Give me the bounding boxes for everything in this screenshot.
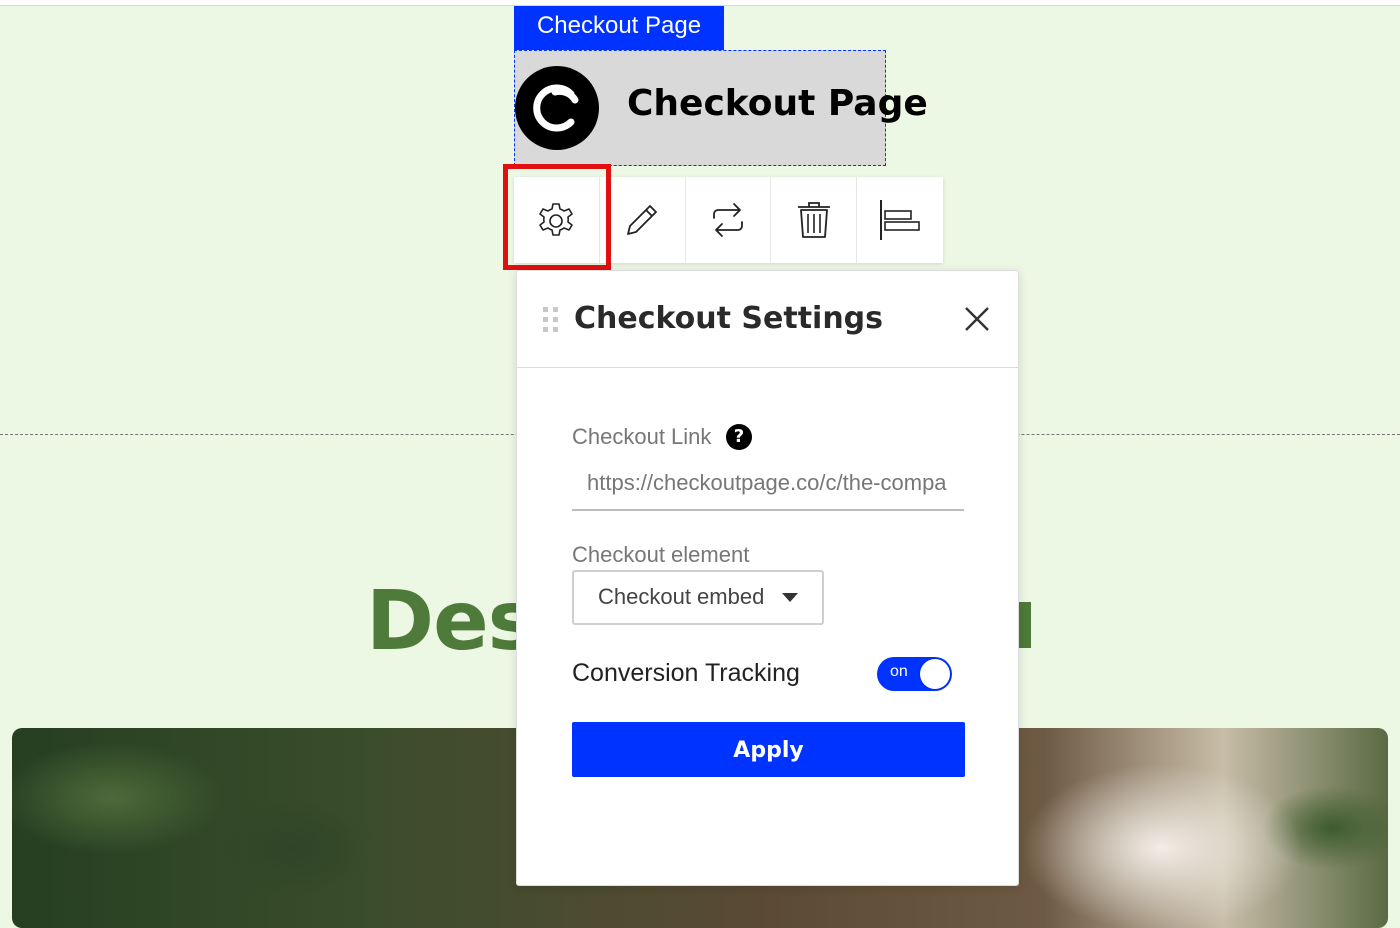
- checkout-logo-icon: [515, 66, 599, 150]
- edit-button[interactable]: [599, 177, 686, 263]
- apply-button[interactable]: Apply: [572, 722, 965, 777]
- align-button[interactable]: [857, 177, 943, 263]
- toggle-knob: [920, 659, 950, 689]
- trash-icon: [797, 202, 830, 238]
- swap-button[interactable]: [685, 177, 772, 263]
- toggle-state-text: on: [890, 663, 908, 680]
- pencil-icon: [627, 205, 658, 235]
- checkout-settings-panel: Checkout Settings Checkout Link ? Checko…: [516, 270, 1019, 886]
- close-icon[interactable]: [963, 305, 991, 333]
- panel-header: Checkout Settings: [517, 271, 1018, 368]
- logo-text: Checkout Page: [627, 83, 928, 124]
- delete-button[interactable]: [771, 177, 858, 263]
- help-icon[interactable]: ?: [726, 424, 752, 450]
- checkout-element-select[interactable]: Checkout embed: [572, 570, 824, 625]
- element-tag-label[interactable]: Checkout Page: [514, 6, 724, 50]
- chevron-down-icon: [782, 593, 798, 602]
- settings-highlight: [503, 164, 611, 270]
- panel-title: Checkout Settings: [574, 301, 884, 336]
- swap-arrows-icon: [713, 203, 743, 237]
- page-heading-fragment: Des: [366, 574, 536, 669]
- align-left-icon: [880, 200, 920, 240]
- checkout-element-label: Checkout element: [572, 542, 750, 567]
- drag-handle-icon[interactable]: [543, 307, 559, 333]
- conversion-tracking-label: Conversion Tracking: [572, 659, 800, 687]
- checkout-link-label: Checkout Link: [572, 424, 712, 449]
- checkout-page-element[interactable]: Checkout Page: [514, 50, 928, 166]
- checkout-element-value: Checkout embed: [598, 584, 765, 609]
- conversion-tracking-toggle[interactable]: on: [877, 657, 952, 691]
- checkout-link-input[interactable]: [572, 457, 964, 511]
